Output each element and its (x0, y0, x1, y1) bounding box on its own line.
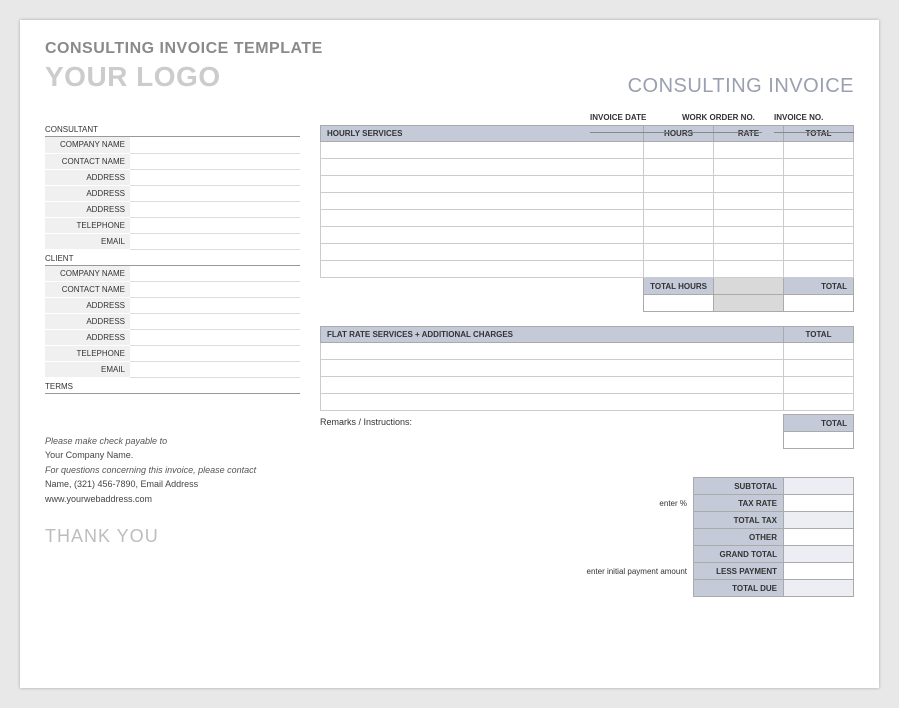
flat-total-label: TOTAL (784, 415, 854, 432)
field-value[interactable] (130, 185, 300, 201)
contact-line: Name, (321) 456-7890, Email Address (45, 477, 300, 491)
field-label: ADDRESS (45, 169, 130, 185)
summary-table: SUBTOTAL enter %TAX RATE TOTAL TAX OTHER… (514, 477, 855, 597)
total-label: TOTAL (784, 278, 854, 295)
field-label: ADDRESS (45, 201, 130, 217)
left-column: CONSULTANT COMPANY NAME CONTACT NAME ADD… (45, 125, 300, 597)
field-label: COMPANY NAME (45, 137, 130, 153)
subtotal-value (784, 478, 854, 495)
invoice-type-heading: CONSULTING INVOICE (628, 75, 854, 98)
table-row[interactable] (321, 142, 854, 159)
flat-total-box: TOTAL (783, 414, 854, 449)
total-cell (784, 295, 854, 312)
field-value[interactable] (130, 169, 300, 185)
table-row[interactable] (321, 360, 854, 377)
tax-rate-label: TAX RATE (694, 495, 784, 512)
payable-label: Please make check payable to (45, 434, 300, 448)
client-section: CLIENT (45, 254, 300, 266)
field-label: ADDRESS (45, 330, 130, 346)
total-due-value (784, 580, 854, 597)
other-label: OTHER (694, 529, 784, 546)
col-flat-total: TOTAL (784, 327, 854, 343)
consultant-fields: COMPANY NAME CONTACT NAME ADDRESS ADDRES… (45, 137, 300, 250)
other-value[interactable] (784, 529, 854, 546)
less-payment-value[interactable] (784, 563, 854, 580)
grand-total-label: GRAND TOTAL (694, 546, 784, 563)
field-value[interactable] (130, 217, 300, 233)
table-row[interactable] (321, 193, 854, 210)
payable-to: Your Company Name. (45, 448, 300, 462)
field-value[interactable] (130, 362, 300, 378)
table-row[interactable] (321, 394, 854, 411)
field-label: ADDRESS (45, 314, 130, 330)
website: www.yourwebaddress.com (45, 492, 300, 506)
field-label: EMAIL (45, 362, 130, 378)
total-hours-value (714, 278, 784, 295)
field-value[interactable] (130, 346, 300, 362)
grand-total-value (784, 546, 854, 563)
field-value[interactable] (130, 330, 300, 346)
tax-rate-value[interactable] (784, 495, 854, 512)
flat-total-value (784, 432, 854, 449)
field-value[interactable] (130, 233, 300, 249)
subtotal-label: SUBTOTAL (694, 478, 784, 495)
thank-you: THANK YOU (45, 526, 300, 547)
consultant-section: CONSULTANT (45, 125, 300, 137)
client-fields: COMPANY NAME CONTACT NAME ADDRESS ADDRES… (45, 266, 300, 379)
enter-percent-note: enter % (514, 495, 694, 512)
table-row[interactable] (321, 159, 854, 176)
hourly-services-table: HOURLY SERVICES HOURS RATE TOTAL TOTAL H… (320, 125, 854, 312)
table-row[interactable] (321, 176, 854, 193)
remarks-label: Remarks / Instructions: (320, 414, 412, 427)
field-label: CONTACT NAME (45, 153, 130, 169)
invoice-page: CONSULTING INVOICE TEMPLATE YOUR LOGO CO… (20, 20, 879, 688)
questions-label: For questions concerning this invoice, p… (45, 463, 300, 477)
right-column: HOURLY SERVICES HOURS RATE TOTAL TOTAL H… (320, 125, 854, 597)
field-value[interactable] (130, 298, 300, 314)
less-payment-label: LESS PAYMENT (694, 563, 784, 580)
invoice-meta-row: INVOICE DATE WORK ORDER NO. INVOICE NO. (590, 112, 854, 133)
footer-text: Please make check payable to Your Compan… (45, 434, 300, 506)
col-flat-services: FLAT RATE SERVICES + ADDITIONAL CHARGES (321, 327, 784, 343)
field-value[interactable] (130, 201, 300, 217)
field-label: CONTACT NAME (45, 282, 130, 298)
hourly-total-row: TOTAL HOURS TOTAL (321, 278, 854, 295)
work-order-label: WORK ORDER NO. (682, 112, 762, 133)
field-label: TELEPHONE (45, 346, 130, 362)
page-title: CONSULTING INVOICE TEMPLATE (45, 40, 854, 58)
field-label: ADDRESS (45, 298, 130, 314)
total-tax-value (784, 512, 854, 529)
field-label: TELEPHONE (45, 217, 130, 233)
field-label: EMAIL (45, 233, 130, 249)
hourly-total-row2 (321, 295, 854, 312)
field-value[interactable] (130, 282, 300, 298)
total-tax-label: TOTAL TAX (694, 512, 784, 529)
field-value[interactable] (130, 153, 300, 169)
field-value[interactable] (130, 314, 300, 330)
table-row[interactable] (321, 343, 854, 360)
enter-payment-note: enter initial payment amount (514, 563, 694, 580)
total-due-label: TOTAL DUE (694, 580, 784, 597)
table-row[interactable] (321, 261, 854, 278)
flat-rate-table: FLAT RATE SERVICES + ADDITIONAL CHARGES … (320, 326, 854, 411)
invoice-no-label: INVOICE NO. (774, 112, 854, 133)
field-value[interactable] (130, 266, 300, 282)
invoice-date-label: INVOICE DATE (590, 112, 670, 133)
table-row[interactable] (321, 244, 854, 261)
total-hours-cell (644, 295, 714, 312)
total-hours-label: TOTAL HOURS (644, 278, 714, 295)
table-row[interactable] (321, 210, 854, 227)
field-value[interactable] (130, 137, 300, 153)
terms-section: TERMS (45, 382, 300, 394)
table-row[interactable] (321, 377, 854, 394)
table-row[interactable] (321, 227, 854, 244)
field-label: ADDRESS (45, 185, 130, 201)
field-label: COMPANY NAME (45, 266, 130, 282)
